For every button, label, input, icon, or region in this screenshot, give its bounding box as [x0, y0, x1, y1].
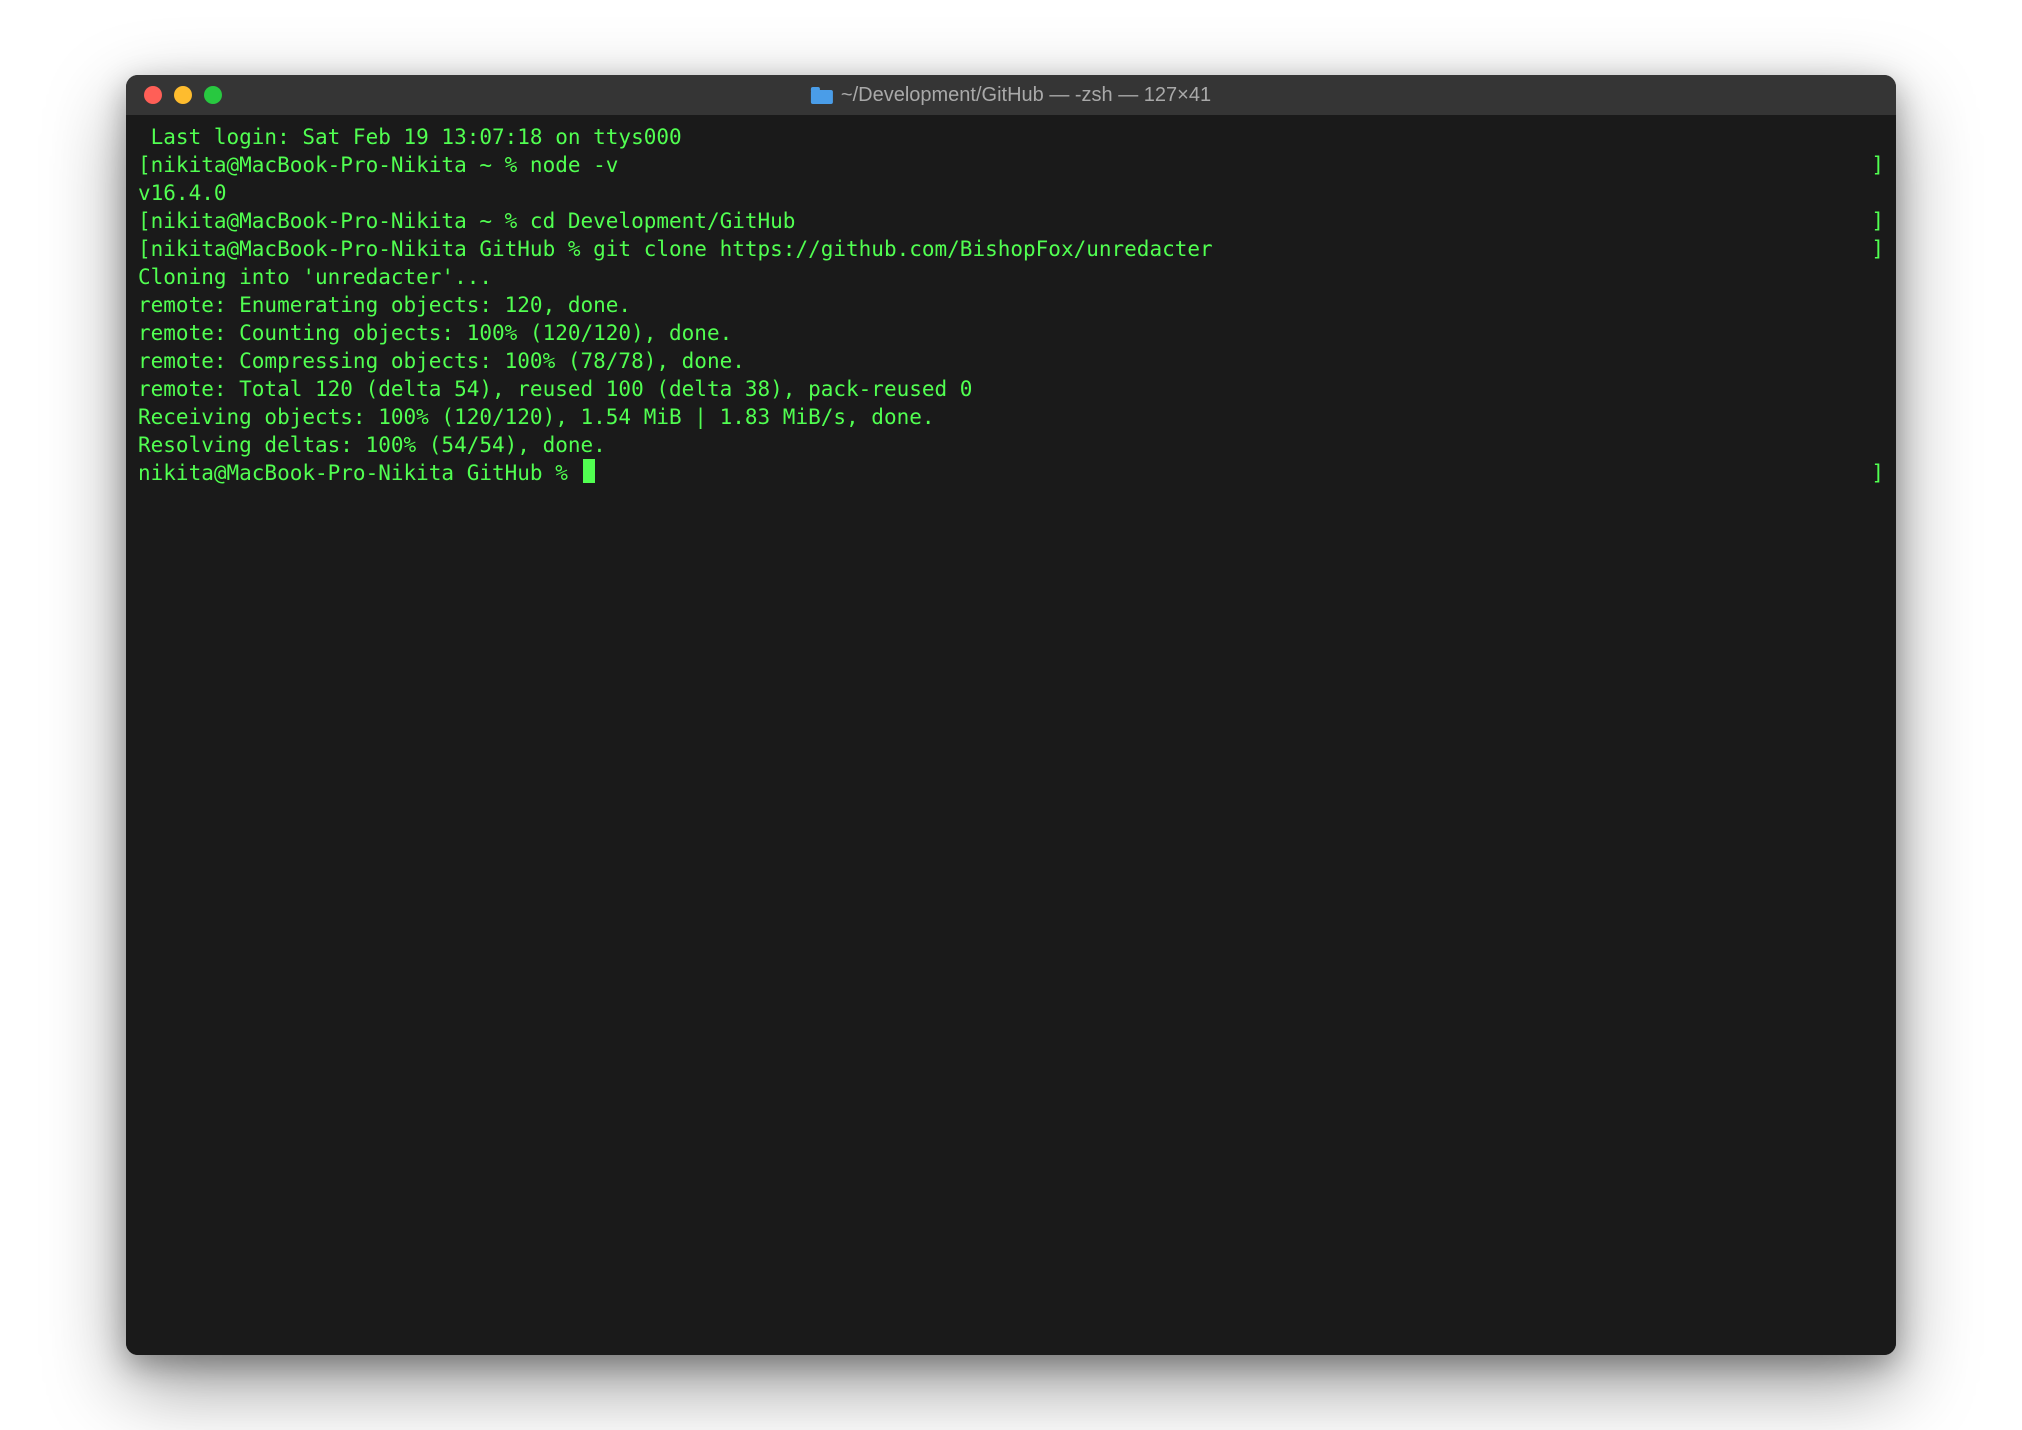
terminal-line: Last login: Sat Feb 19 13:07:18 on ttys0…	[138, 123, 1884, 151]
terminal-line: remote: Compressing objects: 100% (78/78…	[138, 347, 1884, 375]
terminal-output: Cloning into 'unredacter'...	[138, 263, 1884, 291]
terminal-line: remote: Total 120 (delta 54), reused 100…	[138, 375, 1884, 403]
terminal-output: Receiving objects: 100% (120/120), 1.54 …	[138, 403, 1884, 431]
terminal-window: ~/Development/GitHub — -zsh — 127×41 Las…	[126, 75, 1896, 1355]
maximize-button[interactable]	[204, 86, 222, 104]
terminal-text: Last login: Sat Feb 19 13:07:18 on ttys0…	[138, 123, 1884, 151]
title-text: ~/Development/GitHub — -zsh — 127×41	[841, 84, 1211, 107]
terminal-line: Receiving objects: 100% (120/120), 1.54 …	[138, 403, 1884, 431]
minimize-button[interactable]	[174, 86, 192, 104]
cursor	[583, 459, 595, 483]
terminal-line: v16.4.0	[138, 179, 1884, 207]
terminal-bracket: ]	[1871, 207, 1884, 235]
terminal-line: [nikita@MacBook-Pro-Nikita ~ % cd Develo…	[138, 207, 1884, 235]
terminal-output: remote: Compressing objects: 100% (78/78…	[138, 347, 1884, 375]
terminal-line: nikita@MacBook-Pro-Nikita GitHub % ]	[138, 459, 1884, 487]
terminal-line: remote: Counting objects: 100% (120/120)…	[138, 319, 1884, 347]
terminal-output: remote: Enumerating objects: 120, done.	[138, 291, 1884, 319]
terminal-prompt: nikita@MacBook-Pro-Nikita GitHub %	[138, 459, 581, 487]
terminal-line: Cloning into 'unredacter'...	[138, 263, 1884, 291]
terminal-bracket: ]	[1871, 459, 1884, 487]
terminal-prompt: [nikita@MacBook-Pro-Nikita ~ % cd Develo…	[138, 207, 1871, 235]
terminal-bracket: ]	[1871, 151, 1884, 179]
terminal-prompt: [nikita@MacBook-Pro-Nikita ~ % node -v	[138, 151, 1871, 179]
terminal-line: [nikita@MacBook-Pro-Nikita ~ % node -v]	[138, 151, 1884, 179]
terminal-output: Resolving deltas: 100% (54/54), done.	[138, 431, 1884, 459]
title-bar: ~/Development/GitHub — -zsh — 127×41	[126, 75, 1896, 115]
traffic-lights	[126, 86, 222, 104]
close-button[interactable]	[144, 86, 162, 104]
terminal-output: remote: Counting objects: 100% (120/120)…	[138, 319, 1884, 347]
window-title: ~/Development/GitHub — -zsh — 127×41	[811, 84, 1211, 107]
terminal-output: v16.4.0	[138, 179, 1884, 207]
terminal-bracket: ]	[1871, 235, 1884, 263]
terminal-prompt: [nikita@MacBook-Pro-Nikita GitHub % git …	[138, 235, 1871, 263]
folder-icon	[811, 87, 833, 104]
terminal-output: remote: Total 120 (delta 54), reused 100…	[138, 375, 1884, 403]
terminal-line: remote: Enumerating objects: 120, done.	[138, 291, 1884, 319]
terminal-body[interactable]: Last login: Sat Feb 19 13:07:18 on ttys0…	[126, 115, 1896, 1355]
terminal-line: Resolving deltas: 100% (54/54), done.	[138, 431, 1884, 459]
terminal-line: [nikita@MacBook-Pro-Nikita GitHub % git …	[138, 235, 1884, 263]
